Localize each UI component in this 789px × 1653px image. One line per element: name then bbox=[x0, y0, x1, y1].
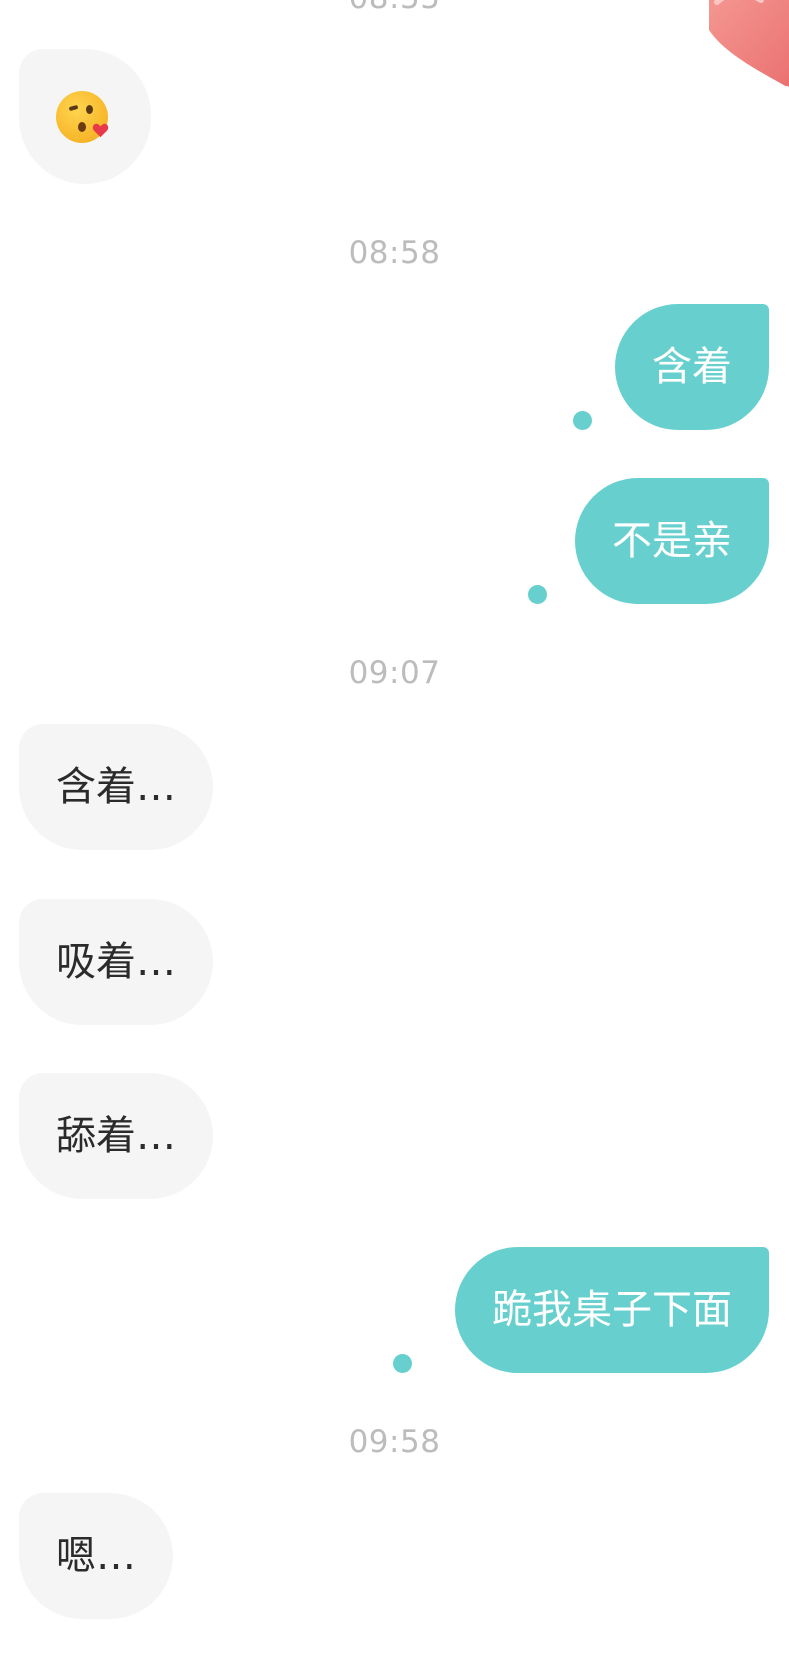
dot-indicator-icon bbox=[393, 1354, 412, 1373]
message-bubble-incoming[interactable]: 舔着… bbox=[19, 1073, 213, 1199]
heart-sticker-icon bbox=[709, 0, 789, 90]
message-bubble-incoming[interactable] bbox=[19, 49, 151, 184]
timestamp: 09:58 bbox=[348, 1424, 441, 1460]
message-bubble-outgoing[interactable]: 含着 bbox=[615, 304, 769, 430]
message-bubble-outgoing[interactable]: 不是亲 bbox=[575, 478, 769, 604]
message-bubble-incoming[interactable]: 含着… bbox=[19, 724, 213, 850]
chat-message-list[interactable]: 08:55 08:58 含着 不是亲 09:07 含着… 吸着… 舔着 bbox=[0, 0, 789, 1653]
message-bubble-incoming[interactable]: 吸着… bbox=[19, 899, 213, 1025]
timestamp: 08:58 bbox=[348, 235, 441, 271]
message-bubble-outgoing[interactable]: 跪我桌子下面 bbox=[455, 1247, 769, 1373]
face-blowing-a-kiss-icon bbox=[56, 91, 109, 143]
timestamp: 09:07 bbox=[348, 655, 441, 691]
dot-indicator-icon bbox=[528, 585, 547, 604]
timestamp: 08:55 bbox=[0, 0, 789, 17]
dot-indicator-icon bbox=[573, 411, 592, 430]
message-bubble-incoming[interactable]: 嗯… bbox=[19, 1493, 173, 1619]
